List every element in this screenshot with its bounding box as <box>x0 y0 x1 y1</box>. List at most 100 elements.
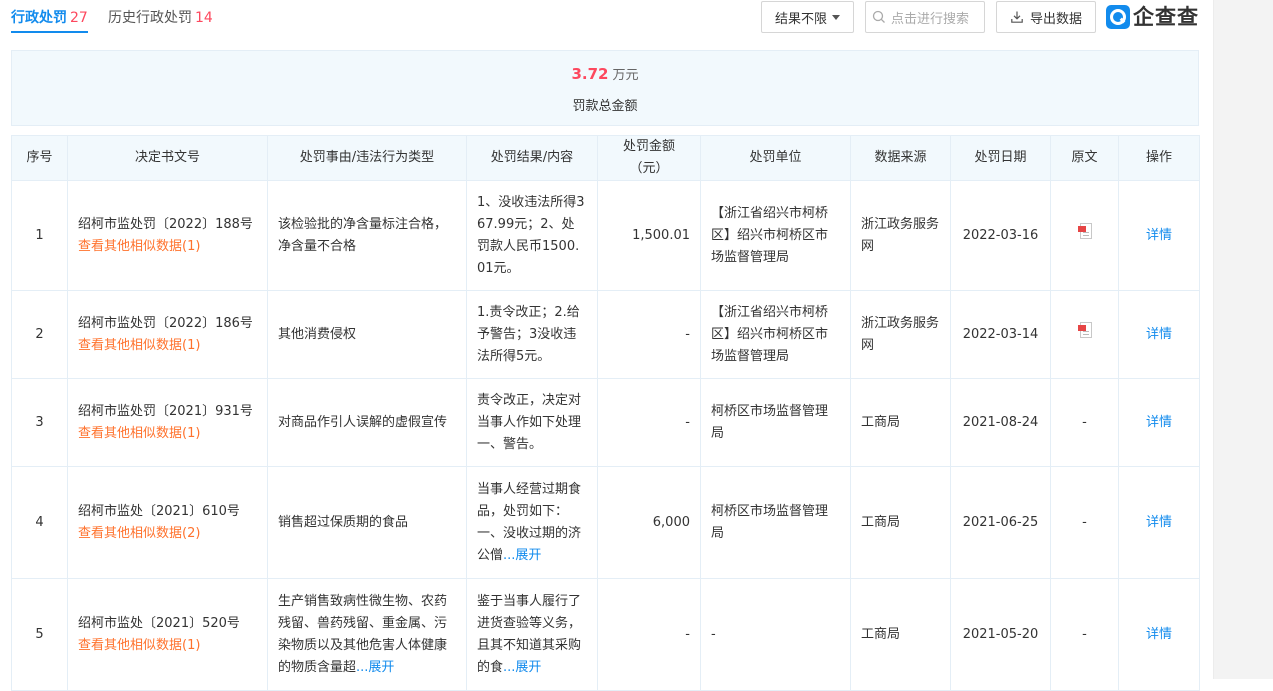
penalty-panel: 行政处罚 27 历史行政处罚 14 结果不限 点击进行搜索 导出数据 企查查 3… <box>11 0 1200 691</box>
table-header-row: 序号 决定书文号 处罚事由/违法行为类型 处罚结果/内容 处罚金额（元） 处罚单… <box>11 135 1200 181</box>
detail-link[interactable]: 详情 <box>1146 515 1172 530</box>
reason-cell: 生产销售致病性微生物、农药残留、兽药残留、重金属、污染物质以及其他危害人体健康的… <box>267 578 467 691</box>
action-cell: 详情 <box>1118 578 1200 691</box>
date-cell: 2021-08-24 <box>950 378 1051 467</box>
search-placeholder: 点击进行搜索 <box>891 11 970 27</box>
result-cell: 鉴于当事人履行了进货查验等义务，且其不知道其采购的食...展开 <box>466 578 598 691</box>
result-text: 1.责令改正；2.给予警告；3没收违法所得5元。 <box>477 304 580 364</box>
reason-cell: 对商品作引人误解的虚假宣传 <box>267 378 467 467</box>
doc-no-cell: 绍柯市监处〔2021〕610号 查看其他相似数据(2) <box>67 466 268 579</box>
source-cell: 浙江政务服务网 <box>850 290 951 379</box>
qichacha-logo-icon <box>1106 5 1130 29</box>
tab-label: 历史行政处罚 <box>108 10 192 26</box>
result-expand-link[interactable]: ...展开 <box>503 548 541 563</box>
detail-link[interactable]: 详情 <box>1146 228 1172 243</box>
table-row: 1 绍柯市监处罚〔2022〕188号 查看其他相似数据(1) 该检验批的净含量标… <box>11 180 1200 291</box>
reason-text: 其他消费侵权 <box>278 326 357 342</box>
col-header-index: 序号 <box>11 135 68 181</box>
source-cell: 工商局 <box>850 378 951 467</box>
col-header-source: 数据来源 <box>850 135 951 181</box>
result-cell: 1.责令改正；2.给予警告；3没收违法所得5元。 <box>466 290 598 379</box>
table-row: 4 绍柯市监处〔2021〕610号 查看其他相似数据(2) 销售超过保质期的食品… <box>11 466 1200 579</box>
logo-text: 企查查 <box>1133 5 1199 29</box>
org-cell: 柯桥区市场监督管理局 <box>700 466 851 579</box>
similar-data-link[interactable]: 查看其他相似数据(1) <box>78 635 257 657</box>
tab-label: 行政处罚 <box>11 10 67 26</box>
detail-link[interactable]: 详情 <box>1146 415 1172 430</box>
similar-data-link[interactable]: 查看其他相似数据(1) <box>78 335 257 357</box>
search-input[interactable]: 点击进行搜索 <box>865 1 985 33</box>
tab-count: 27 <box>70 10 88 26</box>
table-row: 5 绍柯市监处〔2021〕520号 查看其他相似数据(1) 生产销售致病性微生物… <box>11 578 1200 691</box>
download-icon <box>1011 11 1023 23</box>
right-gutter <box>1213 0 1273 679</box>
doc-no-cell: 绍柯市监处罚〔2021〕931号 查看其他相似数据(1) <box>67 378 268 467</box>
pdf-icon[interactable] <box>1077 223 1092 240</box>
table-row: 2 绍柯市监处罚〔2022〕186号 查看其他相似数据(1) 其他消费侵权 1.… <box>11 290 1200 379</box>
search-icon <box>872 10 885 23</box>
col-header-result: 处罚结果/内容 <box>466 135 598 181</box>
action-cell: 详情 <box>1118 290 1200 379</box>
reason-cell: 该检验批的净含量标注合格，净含量不合格 <box>267 180 467 291</box>
col-header-action: 操作 <box>1118 135 1200 181</box>
original-cell: - <box>1050 466 1119 579</box>
col-header-doc-no: 决定书文号 <box>67 135 268 181</box>
org-cell: - <box>700 578 851 691</box>
caret-down-icon <box>832 14 840 20</box>
date-cell: 2022-03-14 <box>950 290 1051 379</box>
amount-cell: 1,500.01 <box>597 180 701 291</box>
fine-total-value: 3.72 <box>571 65 609 83</box>
active-tab-underline <box>11 31 88 33</box>
col-header-reason: 处罚事由/违法行为类型 <box>267 135 467 181</box>
export-label: 导出数据 <box>1029 11 1082 27</box>
date-cell: 2021-06-25 <box>950 466 1051 579</box>
result-text: 责令改正，决定对当事人作如下处理一、警告。 <box>477 392 582 452</box>
reason-cell: 其他消费侵权 <box>267 290 467 379</box>
original-placeholder: - <box>1082 414 1087 430</box>
reason-cell: 销售超过保质期的食品 <box>267 466 467 579</box>
result-expand-link[interactable]: ...展开 <box>503 660 541 675</box>
col-header-original: 原文 <box>1050 135 1119 181</box>
result-cell: 责令改正，决定对当事人作如下处理一、警告。 <box>466 378 598 467</box>
original-placeholder: - <box>1082 514 1087 530</box>
pdf-icon[interactable] <box>1077 322 1092 339</box>
original-cell: - <box>1050 378 1119 467</box>
date-cell: 2022-03-16 <box>950 180 1051 291</box>
amount-cell: - <box>597 578 701 691</box>
reason-expand-link[interactable]: ...展开 <box>356 660 394 675</box>
doc-no: 绍柯市监处罚〔2022〕188号 <box>78 216 253 232</box>
fine-total-unit: 万元 <box>612 68 639 83</box>
doc-no: 绍柯市监处罚〔2021〕931号 <box>78 403 253 419</box>
original-cell <box>1050 290 1119 379</box>
row-index: 2 <box>11 290 68 379</box>
col-header-date: 处罚日期 <box>950 135 1051 181</box>
penalty-table: 序号 决定书文号 处罚事由/违法行为类型 处罚结果/内容 处罚金额（元） 处罚单… <box>11 135 1200 691</box>
tab-history-penalty[interactable]: 历史行政处罚 14 <box>108 8 213 28</box>
similar-data-link[interactable]: 查看其他相似数据(1) <box>78 423 257 445</box>
table-row: 3 绍柯市监处罚〔2021〕931号 查看其他相似数据(1) 对商品作引人误解的… <box>11 378 1200 467</box>
filter-label: 结果不限 <box>774 11 827 27</box>
tab-admin-penalty[interactable]: 行政处罚 27 <box>11 8 88 28</box>
doc-no-cell: 绍柯市监处〔2021〕520号 查看其他相似数据(1) <box>67 578 268 691</box>
action-cell: 详情 <box>1118 466 1200 579</box>
org-cell: 【浙江省绍兴市柯桥区】绍兴市柯桥区市场监督管理局 <box>700 180 851 291</box>
col-header-org: 处罚单位 <box>700 135 851 181</box>
detail-link[interactable]: 详情 <box>1146 327 1172 342</box>
similar-data-link[interactable]: 查看其他相似数据(1) <box>78 236 257 258</box>
detail-link[interactable]: 详情 <box>1146 627 1172 642</box>
reason-text: 对商品作引人误解的虚假宣传 <box>278 414 448 430</box>
result-text: 1、没收违法所得367.99元；2、处罚款人民币1500.01元。 <box>477 194 585 276</box>
amount-cell: - <box>597 290 701 379</box>
original-cell <box>1050 180 1119 291</box>
amount-cell: 6,000 <box>597 466 701 579</box>
date-cell: 2021-05-20 <box>950 578 1051 691</box>
similar-data-link[interactable]: 查看其他相似数据(2) <box>78 523 257 545</box>
reason-text: 销售超过保质期的食品 <box>278 514 409 530</box>
result-filter-dropdown[interactable]: 结果不限 <box>761 1 854 33</box>
table-body: 1 绍柯市监处罚〔2022〕188号 查看其他相似数据(1) 该检验批的净含量标… <box>11 180 1200 691</box>
top-bar: 行政处罚 27 历史行政处罚 14 结果不限 点击进行搜索 导出数据 企查查 <box>11 0 1199 38</box>
doc-no-cell: 绍柯市监处罚〔2022〕188号 查看其他相似数据(1) <box>67 180 268 291</box>
export-data-button[interactable]: 导出数据 <box>996 1 1096 33</box>
action-cell: 详情 <box>1118 180 1200 291</box>
fine-total-label: 罚款总金额 <box>572 99 638 114</box>
